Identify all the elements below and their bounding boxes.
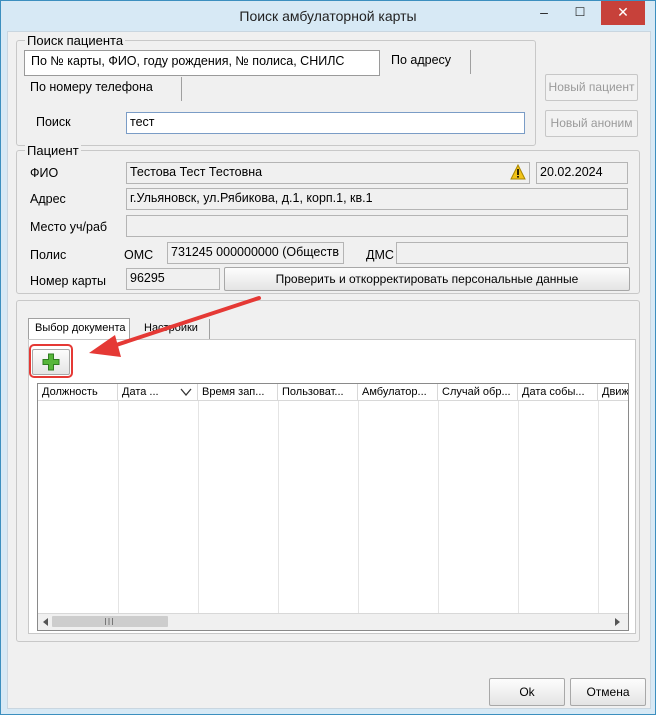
- app-window: Поиск амбулаторной карты – ☐ ✕ Поиск пац…: [0, 0, 656, 715]
- annotation-arrow-icon: [89, 296, 261, 357]
